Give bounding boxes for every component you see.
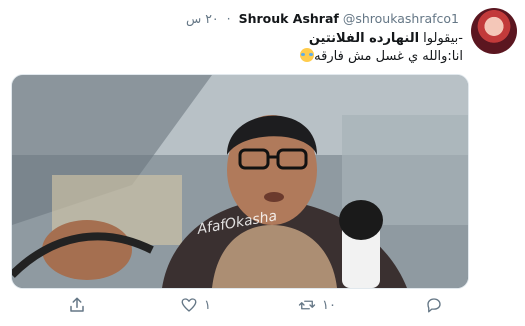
retweet-icon — [298, 300, 316, 310]
tweet-header: Shrouk Ashraf @shroukashrafco1 · ٢٠ س — [186, 9, 463, 29]
tweet-text-line-2: انا:والله ي غسل مش فارقه — [23, 48, 463, 66]
separator-dot: · — [226, 11, 231, 26]
tweet[interactable]: Shrouk Ashraf @shroukashrafco1 · ٢٠ س -ب… — [0, 0, 525, 326]
share-icon — [70, 297, 84, 312]
tweet-text: -بيقولوا النهارده الفلانتين انا:والله ي … — [23, 30, 463, 66]
tweet-media-image[interactable]: AfafOkasha — [11, 74, 469, 289]
share-button[interactable] — [68, 296, 92, 314]
reply-button[interactable] — [425, 296, 449, 314]
timestamp[interactable]: ٢٠ س — [186, 11, 219, 26]
tweet-text-line-2-content: انا:والله ي غسل مش فارقه — [314, 49, 463, 64]
tweet-text-bold: النهارده الفلانتين — [308, 31, 420, 46]
retweet-count: ١٠ — [322, 297, 336, 313]
like-icon — [181, 298, 197, 312]
like-button[interactable]: ١ — [180, 296, 211, 314]
avatar[interactable] — [471, 8, 517, 54]
tweet-text-line-1: -بيقولوا النهارده الفلانتين — [23, 30, 463, 48]
user-handle[interactable]: @shroukashrafco1 — [343, 11, 459, 26]
reply-icon — [427, 298, 441, 313]
tweet-text-prefix: -بيقولوا — [419, 31, 463, 46]
face-with-tears-of-joy-emoji — [300, 48, 315, 62]
tweet-actions: ١ ١٠ — [0, 292, 525, 320]
retweet-button[interactable]: ١٠ — [298, 296, 336, 314]
like-count: ١ — [204, 297, 211, 313]
display-name[interactable]: Shrouk Ashraf — [239, 11, 339, 26]
media-illustration — [12, 75, 468, 288]
